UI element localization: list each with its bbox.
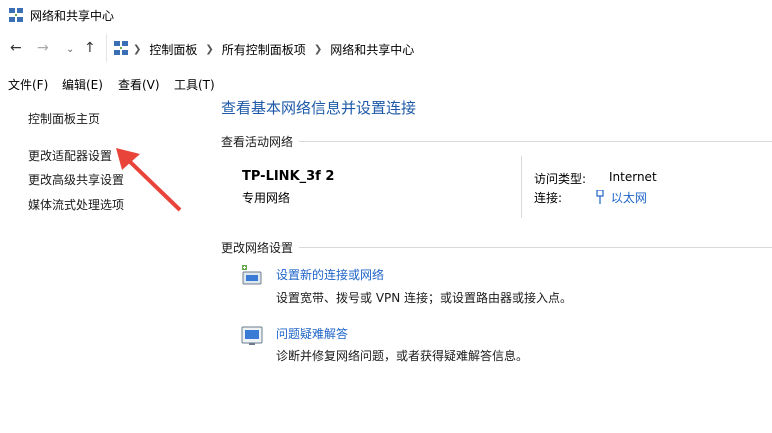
annotation-arrow-icon [116, 148, 182, 212]
back-arrow-icon[interactable]: ← [10, 40, 22, 56]
new-connection-icon [242, 265, 262, 285]
breadcrumb-item[interactable]: 网络和共享中心 [330, 41, 414, 58]
chevron-right-icon[interactable]: ❯ [314, 44, 322, 55]
troubleshoot-icon [241, 326, 263, 345]
menu-view[interactable]: 查看(V) [118, 76, 160, 93]
ethernet-link-label[interactable]: 以太网 [611, 191, 647, 205]
ethernet-plug-icon [596, 189, 604, 204]
forward-arrow-icon[interactable]: → [37, 40, 49, 56]
change-settings-header: 更改网络设置 [221, 239, 772, 256]
active-networks-header: 查看活动网络 [221, 133, 772, 150]
recent-locations-chevron-icon[interactable]: ⌄ [66, 42, 74, 58]
section-title: 更改网络设置 [221, 241, 294, 255]
troubleshoot-desc: 诊断并修复网络问题，或者获得疑难解答信息。 [276, 349, 529, 363]
divider [299, 141, 772, 142]
network-name: TP-LINK_3f 2 [242, 169, 335, 184]
network-type: 专用网络 [242, 191, 291, 205]
chevron-right-icon[interactable]: ❯ [133, 44, 141, 55]
chevron-right-icon[interactable]: ❯ [205, 44, 213, 55]
up-arrow-icon[interactable]: ↑ [84, 40, 96, 56]
section-title: 查看活动网络 [221, 135, 294, 149]
access-type-value: Internet [609, 170, 657, 184]
network-center-icon [114, 41, 128, 55]
breadcrumb-item[interactable]: 控制面板 [149, 41, 197, 58]
divider [299, 247, 772, 248]
connection-label: 连接: [534, 191, 563, 205]
divider [521, 156, 522, 218]
sidebar-item-adapter-settings[interactable]: 更改适配器设置 [28, 147, 112, 164]
menu-bar: 文件(F) 编辑(E) 查看(V) 工具(T) [0, 74, 772, 94]
troubleshoot-link[interactable]: 问题疑难解答 [276, 325, 348, 342]
network-center-icon [9, 8, 23, 22]
access-type-label: 访问类型: [534, 172, 587, 186]
page-title: 查看基本网络信息并设置连接 [221, 99, 417, 117]
window-title: 网络和共享中心 [30, 9, 115, 23]
address-bar[interactable]: ❯ 控制面板 ❯ 所有控制面板项 ❯ 网络和共享中心 [106, 34, 772, 62]
menu-tools[interactable]: 工具(T) [174, 76, 215, 93]
menu-file[interactable]: 文件(F) [8, 76, 48, 93]
breadcrumb-item[interactable]: 所有控制面板项 [222, 41, 306, 58]
setup-new-connection-desc: 设置宽带、拨号或 VPN 连接；或设置路由器或接入点。 [276, 291, 573, 305]
setup-new-connection-link[interactable]: 设置新的连接或网络 [276, 266, 384, 283]
menu-edit[interactable]: 编辑(E) [62, 76, 103, 93]
sidebar-item-home[interactable]: 控制面板主页 [28, 110, 100, 127]
title-bar: 网络和共享中心 [0, 0, 772, 30]
breadcrumb: ❯ 控制面板 ❯ 所有控制面板项 ❯ 网络和共享中心 [133, 41, 414, 58]
ethernet-link[interactable]: 以太网 [595, 189, 647, 206]
